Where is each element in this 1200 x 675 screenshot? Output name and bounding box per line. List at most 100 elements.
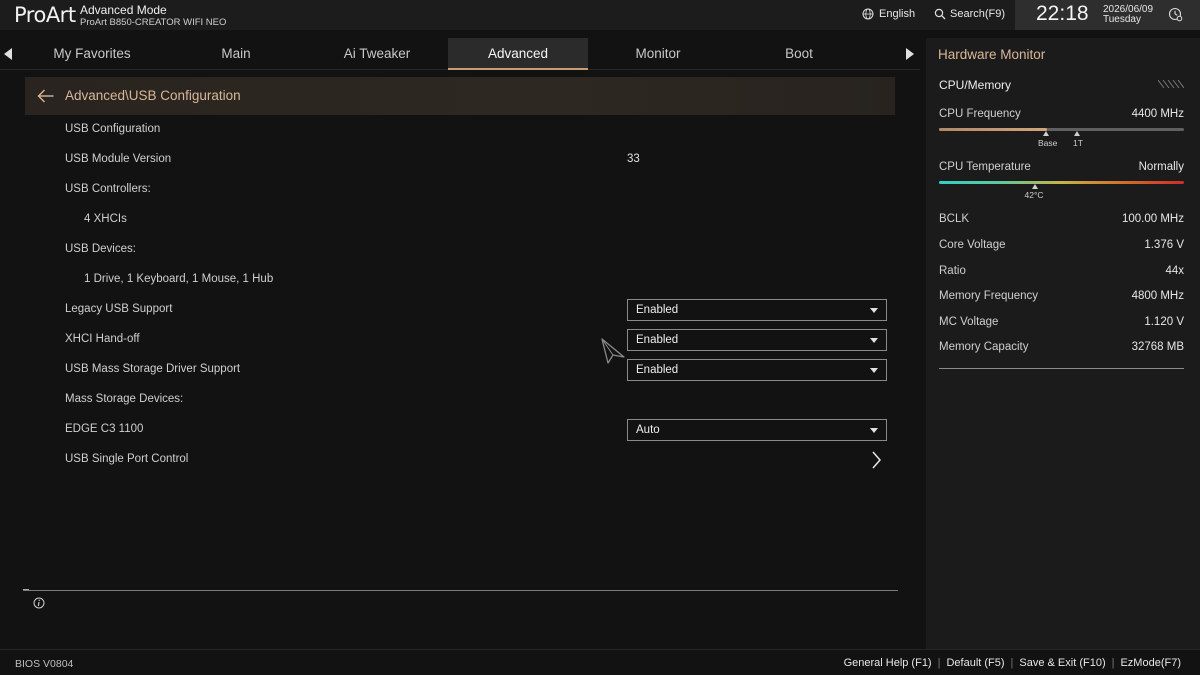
setting-row-usb-mass-storage-driver[interactable]: USB Mass Storage Driver Support Enabled: [65, 355, 895, 385]
setting-label: USB Module Version: [65, 153, 172, 165]
hw-item-label: Memory Frequency: [939, 290, 1039, 302]
hw-monitor-title: Hardware Monitor: [938, 47, 1046, 62]
breadcrumb: Advanced\USB Configuration: [25, 77, 895, 115]
mode-title: Advanced Mode: [80, 3, 167, 17]
setting-row-legacy-usb-support[interactable]: Legacy USB Support Enabled: [65, 295, 895, 325]
setting-row-usb-device-list: 1 Drive, 1 Keyboard, 1 Mouse, 1 Hub: [65, 265, 895, 295]
tab-ai-tweaker[interactable]: Ai Tweaker: [307, 38, 447, 70]
cpu-temperature-bar: [939, 181, 1184, 184]
tab-scroll-right-icon[interactable]: [906, 48, 914, 60]
hardware-monitor-panel: Hardware Monitor CPU/Memory CPU Frequenc…: [926, 38, 1200, 649]
default-button[interactable]: Default (F5): [946, 657, 1004, 669]
base-marker-icon: [1043, 131, 1049, 136]
proart-logo: ProArt: [14, 3, 76, 27]
tab-main[interactable]: Main: [166, 38, 306, 70]
tab-my-favorites[interactable]: My Favorites: [22, 38, 162, 70]
setting-label: Legacy USB Support: [65, 303, 173, 315]
setting-row-mass-storage-devices: Mass Storage Devices:: [65, 385, 895, 415]
help-divider: [23, 589, 898, 591]
language-button[interactable]: English: [862, 8, 915, 20]
temperature-marker-icon: [1031, 184, 1038, 189]
setting-label: USB Mass Storage Driver Support: [65, 363, 241, 375]
one-t-marker-icon: [1074, 131, 1080, 136]
tab-monitor[interactable]: Monitor: [588, 38, 728, 70]
setting-label: 4 XHCIs: [84, 213, 127, 225]
footer-bar: BIOS V0804 General Help (F1) | Default (…: [0, 649, 1200, 675]
setting-row-usb-single-port-control[interactable]: USB Single Port Control: [65, 445, 895, 475]
setting-label: EDGE C3 1100: [65, 423, 144, 435]
mouse-cursor-icon: [601, 338, 625, 364]
setting-label: USB Devices:: [65, 243, 136, 255]
hw-item-label: Memory Capacity: [939, 341, 1029, 353]
setting-row-xhci-count: 4 XHCIs: [65, 205, 895, 235]
setting-row-usb-configuration: USB Configuration: [65, 115, 895, 145]
cpu-temperature-label: CPU Temperature: [939, 161, 1031, 173]
caret-down-icon: [870, 428, 878, 433]
clock-date: 2026/06/09 Tuesday: [1103, 5, 1153, 25]
caret-down-icon: [870, 368, 878, 373]
cpu-temperature-value: Normally: [1138, 161, 1184, 173]
tab-scroll-left-icon[interactable]: [4, 48, 12, 60]
language-label: English: [879, 8, 916, 20]
clock-time: 22:18: [1036, 2, 1089, 25]
bios-version: BIOS V0804: [15, 658, 74, 670]
hw-item-label: BCLK: [939, 213, 970, 225]
hatch-icon: [1158, 80, 1184, 88]
hw-item-value: 1.376 V: [1144, 239, 1184, 251]
setting-row-usb-controllers: USB Controllers:: [65, 175, 895, 205]
general-help-button[interactable]: General Help (F1): [844, 657, 932, 669]
ez-mode-button[interactable]: EzMode(F7): [1120, 657, 1181, 669]
setting-row-edge-c3-1100[interactable]: EDGE C3 1100 Auto: [65, 415, 895, 445]
footer-separator: |: [1010, 657, 1014, 669]
hw-divider: [939, 368, 1184, 369]
cpu-frequency-label: CPU Frequency: [939, 108, 1021, 120]
clock-settings-icon[interactable]: [1168, 7, 1183, 22]
hw-item-value: 32768 MB: [1131, 341, 1184, 353]
footer-actions: General Help (F1) | Default (F5) | Save …: [844, 657, 1181, 669]
top-header: ProArt Advanced Mode ProArt B850-CREATOR…: [0, 0, 1200, 30]
search-button[interactable]: Search(F9): [934, 8, 1005, 20]
setting-label: USB Controllers:: [65, 183, 151, 195]
dropdown-value: Enabled: [636, 334, 679, 346]
edge-c3-1100-dropdown[interactable]: Auto: [627, 419, 887, 441]
hw-section-title: CPU/Memory: [939, 78, 1012, 92]
hw-item-label: MC Voltage: [939, 316, 999, 328]
dropdown-value: Enabled: [636, 364, 679, 376]
setting-row-usb-module-version: USB Module Version 33: [65, 145, 895, 175]
hw-item-label: Ratio: [939, 265, 966, 277]
usb-mass-storage-driver-dropdown[interactable]: Enabled: [627, 359, 887, 381]
save-exit-button[interactable]: Save & Exit (F10): [1019, 657, 1105, 669]
tab-boot[interactable]: Boot: [729, 38, 869, 70]
caret-down-icon: [870, 308, 878, 313]
setting-label: XHCI Hand-off: [65, 333, 140, 345]
temperature-marker-label: 42°C: [1024, 190, 1044, 200]
cpu-frequency-bar-fill: [939, 128, 1047, 131]
chevron-right-icon[interactable]: [869, 450, 883, 470]
hw-item-value: 100.00 MHz: [1121, 213, 1184, 225]
setting-row-xhci-hand-off[interactable]: XHCI Hand-off Enabled: [65, 325, 895, 355]
weekday-value: Tuesday: [1103, 14, 1141, 25]
hw-item-value: 1.120 V: [1144, 316, 1184, 328]
breadcrumb-path: Advanced\USB Configuration: [65, 88, 241, 103]
dropdown-value: Auto: [636, 424, 660, 436]
main-tabs: My Favorites Main Ai Tweaker Advanced Mo…: [0, 38, 920, 70]
footer-separator: |: [1111, 657, 1115, 669]
search-icon: [934, 8, 946, 20]
tab-advanced[interactable]: Advanced: [448, 38, 588, 70]
globe-icon: [862, 8, 874, 20]
back-arrow-icon[interactable]: [37, 89, 55, 103]
hw-item-value: 44x: [1165, 265, 1184, 277]
dropdown-value: Enabled: [636, 304, 679, 316]
caret-down-icon: [870, 338, 878, 343]
hw-item-value: 4800 MHz: [1131, 290, 1184, 302]
setting-label: USB Configuration: [65, 123, 161, 135]
setting-label: Mass Storage Devices:: [65, 393, 184, 405]
cpu-frequency-bar: [939, 128, 1184, 131]
search-label: Search(F9): [950, 8, 1006, 20]
setting-label: 1 Drive, 1 Keyboard, 1 Mouse, 1 Hub: [84, 273, 274, 285]
xhci-hand-off-dropdown[interactable]: Enabled: [627, 329, 887, 351]
clock-panel[interactable]: 22:18 2026/06/09 Tuesday: [1015, 0, 1200, 30]
legacy-usb-support-dropdown[interactable]: Enabled: [627, 299, 887, 321]
one-t-marker-label: 1T: [1073, 138, 1083, 148]
hw-item-label: Core Voltage: [939, 239, 1006, 251]
